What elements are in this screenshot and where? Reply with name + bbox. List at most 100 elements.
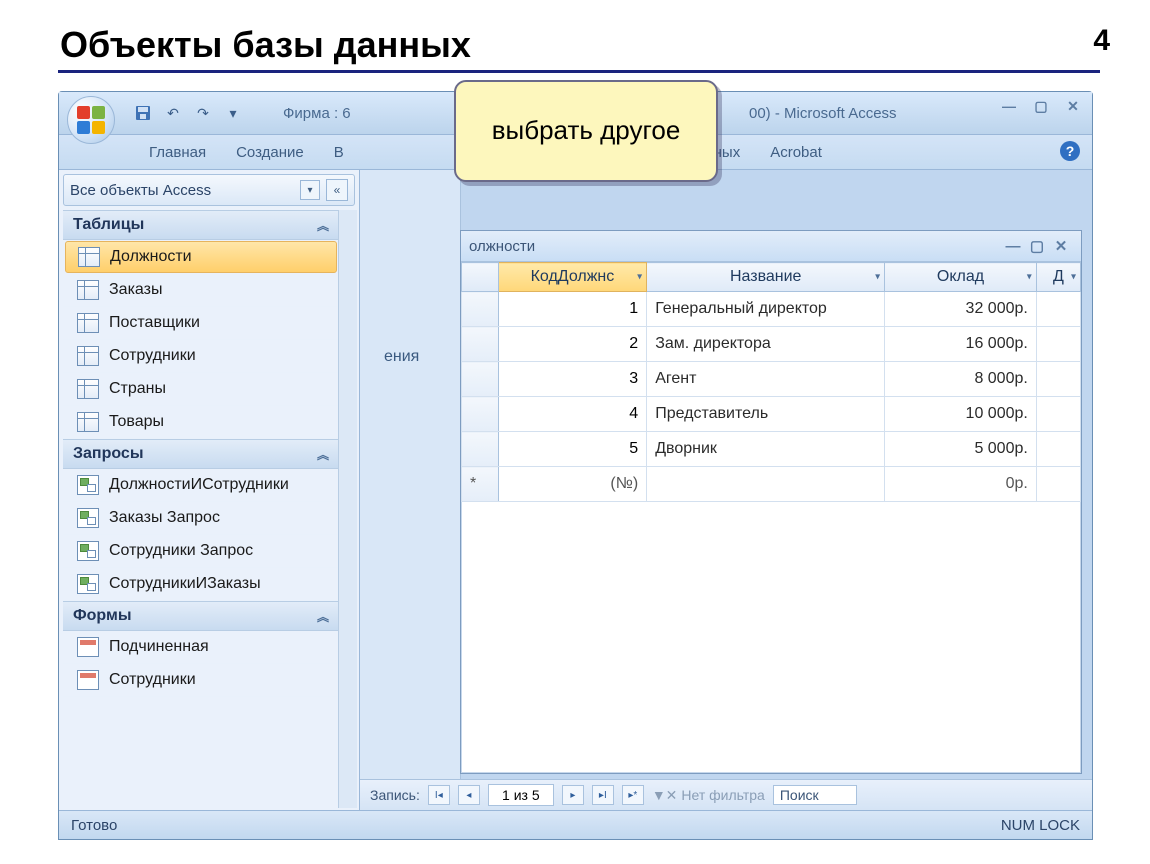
office-button[interactable] xyxy=(67,96,115,144)
filter-label: Нет фильтра xyxy=(681,787,764,803)
recnav-position-input[interactable] xyxy=(488,784,554,806)
table-row[interactable]: 5Дворник5 000р. xyxy=(462,432,1081,467)
datasheet-grid[interactable]: КодДолжнс▾Название▾Оклад▾Д▾1Генеральный … xyxy=(461,262,1081,773)
table-icon xyxy=(77,280,99,300)
nav-item[interactable]: Поставщики xyxy=(63,307,339,340)
row-selector-header[interactable] xyxy=(462,263,499,292)
column-dropdown-icon[interactable]: ▾ xyxy=(875,272,880,283)
qat-save-icon[interactable] xyxy=(133,103,153,123)
column-header[interactable]: Д▾ xyxy=(1036,263,1080,292)
column-label: Д xyxy=(1053,268,1064,285)
cell-extra[interactable] xyxy=(1036,292,1080,327)
cell-id[interactable]: 4 xyxy=(498,397,647,432)
table-row[interactable]: 1Генеральный директор32 000р. xyxy=(462,292,1081,327)
nav-item[interactable]: Заказы xyxy=(63,274,339,307)
nav-item[interactable]: Подчиненная xyxy=(63,631,339,664)
ds-close-button[interactable]: ✕ xyxy=(1049,237,1073,255)
nav-item[interactable]: ДолжностиИСотрудники xyxy=(63,469,339,502)
recnav-search-input[interactable]: Поиск xyxy=(773,785,857,805)
row-selector[interactable] xyxy=(462,432,499,467)
column-dropdown-icon[interactable]: ▾ xyxy=(1027,272,1032,283)
cell-name[interactable]: Генеральный директор xyxy=(647,292,885,327)
recnav-first-icon[interactable]: I◂ xyxy=(428,785,450,805)
query-icon xyxy=(77,574,99,594)
nav-item[interactable]: СотрудникиИЗаказы xyxy=(63,568,339,601)
cell-extra[interactable] xyxy=(1036,467,1080,502)
cell-salary[interactable]: 16 000р. xyxy=(885,327,1037,362)
cell-id[interactable]: 5 xyxy=(498,432,647,467)
nav-item[interactable]: Сотрудники xyxy=(63,664,339,697)
navpane-dropdown-icon[interactable]: ▾ xyxy=(300,180,320,200)
nav-item-label: Сотрудники Запрос xyxy=(109,542,253,560)
qat-dropdown-icon[interactable]: ▾ xyxy=(223,103,243,123)
table-row[interactable]: 4Представитель10 000р. xyxy=(462,397,1081,432)
column-header[interactable]: Название▾ xyxy=(647,263,885,292)
cell-salary[interactable]: 8 000р. xyxy=(885,362,1037,397)
close-button[interactable]: ✕ xyxy=(1060,98,1086,115)
table-row[interactable]: 3Агент8 000р. xyxy=(462,362,1081,397)
nav-item[interactable]: Сотрудники xyxy=(63,340,339,373)
nav-item[interactable]: Должности xyxy=(65,241,337,273)
ribbon-tab-acrobat[interactable]: Acrobat xyxy=(770,144,822,161)
nav-item[interactable]: Страны xyxy=(63,373,339,406)
cell-name[interactable]: Дворник xyxy=(647,432,885,467)
cell-salary[interactable]: 5 000р. xyxy=(885,432,1037,467)
row-selector[interactable] xyxy=(462,327,499,362)
cell-name[interactable]: Агент xyxy=(647,362,885,397)
cell-extra[interactable] xyxy=(1036,432,1080,467)
qat-undo-icon[interactable]: ↶ xyxy=(163,103,183,123)
cell-extra[interactable] xyxy=(1036,397,1080,432)
recnav-new-icon[interactable]: ▸* xyxy=(622,785,644,805)
form-icon xyxy=(77,637,99,657)
nav-item[interactable]: Товары xyxy=(63,406,339,439)
row-selector[interactable] xyxy=(462,362,499,397)
ribbon-tab-external[interactable]: В xyxy=(334,144,344,161)
cell-id[interactable]: 1 xyxy=(498,292,647,327)
column-header[interactable]: КодДолжнс▾ xyxy=(498,263,647,292)
nav-item[interactable]: Заказы Запрос xyxy=(63,502,339,535)
help-icon[interactable]: ? xyxy=(1060,141,1080,161)
cell-salary[interactable]: 32 000р. xyxy=(885,292,1037,327)
column-header[interactable]: Оклад▾ xyxy=(885,263,1037,292)
slide-divider xyxy=(58,70,1100,73)
row-selector[interactable]: * xyxy=(462,467,499,502)
recnav-next-icon[interactable]: ▸ xyxy=(562,785,584,805)
row-selector[interactable] xyxy=(462,397,499,432)
slide-number: 4 xyxy=(1093,24,1110,58)
recnav-prev-icon[interactable]: ◂ xyxy=(458,785,480,805)
cell-salary[interactable]: 10 000р. xyxy=(885,397,1037,432)
new-row[interactable]: *(№) 0р. xyxy=(462,467,1081,502)
navpane-collapse-icon[interactable]: « xyxy=(326,179,348,201)
navgroup-header[interactable]: Формы︽ xyxy=(63,601,339,631)
cell-salary[interactable]: 0р. xyxy=(885,467,1037,502)
status-numlock: NUM LOCK xyxy=(1001,817,1080,834)
scrollbar-thumb[interactable] xyxy=(339,214,355,288)
cell-name[interactable] xyxy=(647,467,885,502)
table-icon xyxy=(78,247,100,267)
recnav-last-icon[interactable]: ▸I xyxy=(592,785,614,805)
column-dropdown-icon[interactable]: ▾ xyxy=(1071,272,1076,283)
ribbon-tab-create[interactable]: Создание xyxy=(236,144,304,161)
maximize-button[interactable]: ▢ xyxy=(1028,98,1054,115)
ds-maximize-button[interactable]: ▢ xyxy=(1025,237,1049,255)
table-row[interactable]: 2Зам. директора16 000р. xyxy=(462,327,1081,362)
recnav-filter[interactable]: ▼✕ Нет фильтра xyxy=(652,787,765,804)
cell-id[interactable]: 2 xyxy=(498,327,647,362)
column-dropdown-icon[interactable]: ▾ xyxy=(637,272,642,283)
cell-extra[interactable] xyxy=(1036,362,1080,397)
cell-extra[interactable] xyxy=(1036,327,1080,362)
cell-name[interactable]: Зам. директора xyxy=(647,327,885,362)
navgroup-header[interactable]: Запросы︽ xyxy=(63,439,339,469)
navpane-header[interactable]: Все объекты Access ▾ « xyxy=(63,174,355,206)
ribbon-tab-home[interactable]: Главная xyxy=(149,144,206,161)
form-icon xyxy=(77,670,99,690)
cell-id[interactable]: (№) xyxy=(498,467,647,502)
navgroup-header[interactable]: Таблицы︽ xyxy=(63,210,339,240)
nav-item[interactable]: Сотрудники Запрос xyxy=(63,535,339,568)
minimize-button[interactable]: — xyxy=(996,98,1022,115)
cell-id[interactable]: 3 xyxy=(498,362,647,397)
row-selector[interactable] xyxy=(462,292,499,327)
ds-minimize-button[interactable]: — xyxy=(1001,238,1025,255)
cell-name[interactable]: Представитель xyxy=(647,397,885,432)
qat-redo-icon[interactable]: ↷ xyxy=(193,103,213,123)
